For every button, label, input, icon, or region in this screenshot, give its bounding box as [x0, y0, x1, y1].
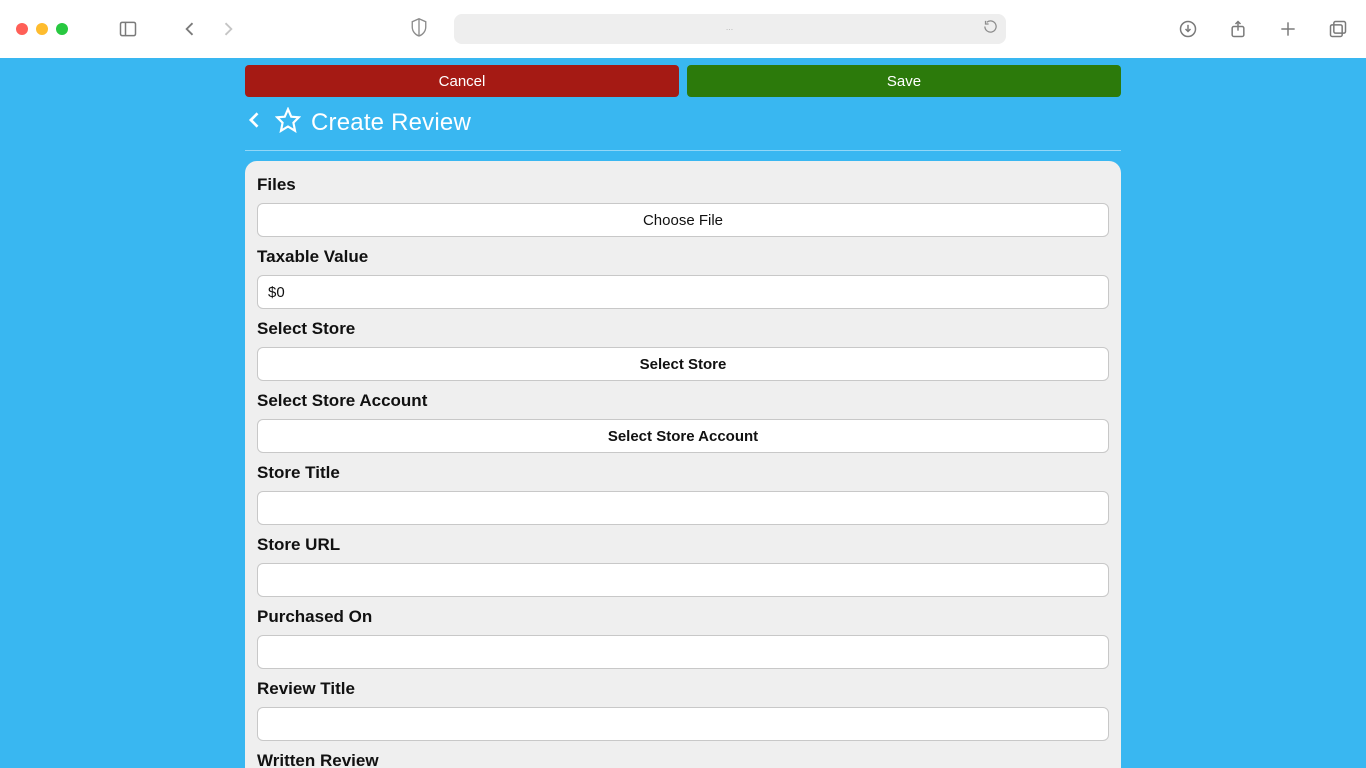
files-field: Files Choose File [257, 175, 1109, 237]
lock-icon: ••• [726, 27, 733, 32]
store-title-input[interactable] [257, 491, 1109, 525]
store-url-input[interactable] [257, 563, 1109, 597]
choose-file-button[interactable]: Choose File [257, 203, 1109, 237]
minimize-window-button[interactable] [36, 23, 48, 35]
window-controls [16, 23, 68, 35]
star-icon [275, 107, 301, 138]
chevron-right-icon [218, 19, 238, 39]
taxable-value-input[interactable] [257, 275, 1109, 309]
new-tab-button[interactable] [1276, 17, 1300, 41]
select-store-field: Select Store Select Store [257, 319, 1109, 381]
tabs-overview-button[interactable] [1326, 17, 1350, 41]
sidebar-icon [118, 19, 138, 39]
back-button[interactable] [245, 108, 265, 137]
review-title-label: Review Title [257, 679, 1109, 699]
downloads-button[interactable] [1176, 17, 1200, 41]
privacy-shield-icon[interactable] [410, 17, 428, 42]
nav-back-button[interactable] [178, 17, 202, 41]
share-icon [1228, 19, 1248, 39]
maximize-window-button[interactable] [56, 23, 68, 35]
page-body: Cancel Save Create Review Files Choose F… [0, 58, 1366, 768]
share-button[interactable] [1226, 17, 1250, 41]
select-store-account-button[interactable]: Select Store Account [257, 419, 1109, 453]
store-title-label: Store Title [257, 463, 1109, 483]
review-title-field: Review Title [257, 679, 1109, 741]
chevron-left-icon [180, 19, 200, 39]
save-button[interactable]: Save [687, 65, 1121, 97]
taxable-value-label: Taxable Value [257, 247, 1109, 267]
written-review-label: Written Review [257, 751, 1109, 768]
chevron-left-icon [245, 108, 265, 132]
close-window-button[interactable] [16, 23, 28, 35]
written-review-field: Written Review [257, 751, 1109, 768]
store-url-field: Store URL [257, 535, 1109, 597]
sidebar-toggle-button[interactable] [116, 17, 140, 41]
review-title-input[interactable] [257, 707, 1109, 741]
content-column: Cancel Save Create Review Files Choose F… [245, 65, 1121, 768]
store-url-label: Store URL [257, 535, 1109, 555]
taxable-value-field: Taxable Value [257, 247, 1109, 309]
action-buttons-row: Cancel Save [245, 65, 1121, 97]
select-store-account-label: Select Store Account [257, 391, 1109, 411]
select-store-account-field: Select Store Account Select Store Accoun… [257, 391, 1109, 453]
purchased-on-field: Purchased On [257, 607, 1109, 669]
nav-forward-button[interactable] [216, 17, 240, 41]
download-icon [1178, 19, 1198, 39]
select-store-button[interactable]: Select Store [257, 347, 1109, 381]
purchased-on-input[interactable] [257, 635, 1109, 669]
address-bar[interactable]: ••• [454, 14, 1006, 44]
store-title-field: Store Title [257, 463, 1109, 525]
plus-icon [1278, 19, 1298, 39]
files-label: Files [257, 175, 1109, 195]
tabs-icon [1328, 19, 1348, 39]
reload-button[interactable] [983, 19, 998, 39]
page-header: Create Review [245, 107, 1121, 151]
cancel-button[interactable]: Cancel [245, 65, 679, 97]
browser-toolbar: ••• [0, 0, 1366, 58]
select-store-label: Select Store [257, 319, 1109, 339]
page-title: Create Review [311, 109, 471, 137]
form-card: Files Choose File Taxable Value Select S… [245, 161, 1121, 768]
purchased-on-label: Purchased On [257, 607, 1109, 627]
